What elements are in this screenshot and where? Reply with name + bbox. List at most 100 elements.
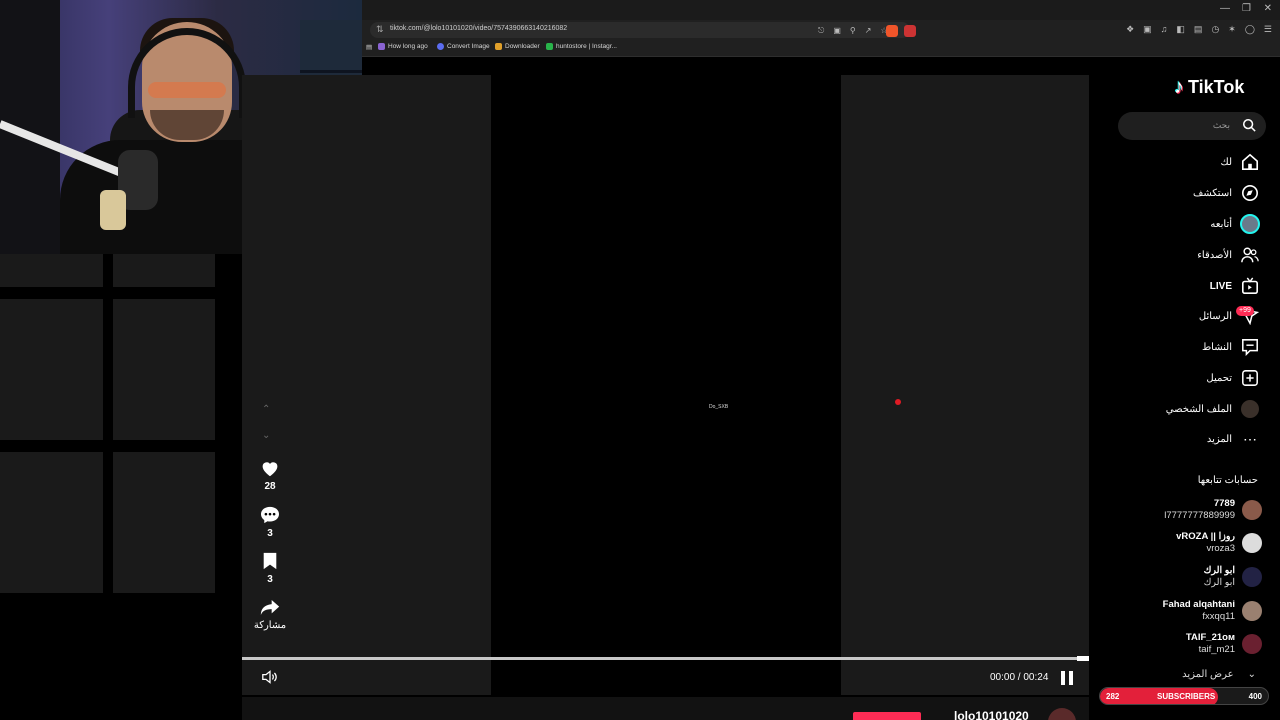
- share-page-icon[interactable]: ↗: [865, 26, 872, 36]
- video-thumbnail[interactable]: [0, 299, 103, 440]
- share-icon: [260, 600, 280, 615]
- profile-icon: [1240, 399, 1260, 419]
- browser-toolbar: ⇅ tiktok.com/@lolo10101020/video/7574390…: [362, 20, 1280, 40]
- sidebar-icon[interactable]: ◧: [1176, 24, 1185, 35]
- cast-icon[interactable]: ▣: [833, 26, 841, 36]
- subscriber-goal-widget: 282 SUBSCRIBERS 400: [1099, 687, 1269, 705]
- video-progress-bar[interactable]: [242, 656, 1089, 661]
- search-placeholder: بحث: [1212, 120, 1230, 130]
- nav-for-you[interactable]: لك: [1221, 151, 1260, 173]
- save-button[interactable]: 3: [252, 552, 288, 585]
- video-thumbnail[interactable]: [113, 452, 215, 593]
- subscriber-label: SUBSCRIBERS: [1157, 692, 1216, 701]
- share-button[interactable]: مشاركة: [252, 599, 288, 631]
- video-player[interactable]: [491, 75, 841, 695]
- author-username[interactable]: lolo10101020: [954, 709, 1029, 720]
- progress-handle[interactable]: [1077, 656, 1089, 661]
- bookmark-icon: [263, 552, 277, 570]
- follow-button[interactable]: [853, 712, 921, 720]
- bookmark-convert-image[interactable]: Convert Image: [437, 43, 490, 50]
- site-info-icon[interactable]: ⇅: [376, 24, 384, 35]
- wallet-icon[interactable]: ▤: [1194, 24, 1203, 35]
- leo-icon[interactable]: ✶: [1228, 24, 1236, 35]
- account-avatar: [1242, 601, 1262, 621]
- upload-icon: [1240, 368, 1260, 388]
- nav-activity[interactable]: النشاط: [1202, 336, 1260, 358]
- like-button[interactable]: 28: [252, 459, 288, 492]
- see-more-button[interactable]: عرض المزيد ⌄: [1182, 669, 1256, 680]
- chevron-down-icon: ⌄: [1247, 669, 1256, 680]
- bookmark-favicon: [546, 43, 553, 50]
- next-video-icon[interactable]: ⌄: [262, 430, 270, 441]
- bookmark-favicon: [495, 43, 502, 50]
- nav-live[interactable]: LIVE: [1210, 275, 1260, 297]
- bookmark-favicon: [378, 43, 385, 50]
- video-thumbnail[interactable]: [113, 254, 215, 287]
- heart-icon: [262, 462, 278, 477]
- url-text: tiktok.com/@lolo10101020/video/757439066…: [390, 25, 568, 32]
- maximize-icon[interactable]: ❐: [1242, 3, 1251, 14]
- brave-shields-icon[interactable]: [886, 25, 898, 37]
- video-backdrop-right: [841, 75, 1089, 695]
- account-avatar: [1242, 567, 1262, 587]
- bookmarks-bar: ▤ How long ago Convert Image Downloader …: [362, 40, 1280, 57]
- previous-video-icon[interactable]: ⌃: [262, 404, 270, 415]
- video-progress-fill: [242, 657, 1089, 660]
- music-icon[interactable]: ♫: [1161, 24, 1168, 35]
- comment-button[interactable]: 3: [252, 506, 288, 539]
- subscriber-goal: 400: [1248, 692, 1262, 701]
- lock-icon[interactable]: ◷: [1211, 24, 1219, 35]
- browser-titlebar: — ❐ ✕: [362, 0, 1280, 20]
- account-avatar: [1242, 533, 1262, 553]
- zoom-icon[interactable]: ⚲: [850, 26, 856, 36]
- nav-explore[interactable]: استكشف: [1193, 182, 1260, 204]
- following-account[interactable]: vROZA || روزا vroza3: [1176, 529, 1262, 557]
- compass-icon: [1240, 183, 1260, 203]
- pause-icon[interactable]: [1061, 671, 1073, 685]
- following-account[interactable]: TAIF_21ᴏᴍ taif_m21: [1186, 630, 1262, 658]
- comment-count: 3: [267, 528, 273, 539]
- search-input[interactable]: بحث: [1118, 112, 1266, 140]
- nav-more[interactable]: المزيد ⋯: [1207, 428, 1260, 450]
- screen: { "browser": { "url": "tiktok.com/@lolo1…: [0, 0, 1280, 720]
- bookmark-huntostore[interactable]: huntostore | Instagr...: [546, 43, 617, 50]
- share-label: مشاركة: [253, 620, 287, 631]
- following-account[interactable]: ابو الرك ابو الرك: [1204, 563, 1262, 591]
- video-thumbnail[interactable]: [0, 452, 103, 593]
- volume-icon[interactable]: [262, 670, 278, 687]
- messages-badge: +99: [1236, 306, 1254, 316]
- following-account[interactable]: 7789 l7777777889999: [1164, 496, 1262, 524]
- nav-profile[interactable]: الملف الشخصي: [1166, 398, 1260, 420]
- comment-icon: [261, 506, 279, 524]
- save-count: 3: [267, 574, 273, 585]
- nav-upload[interactable]: تحميل: [1206, 367, 1260, 389]
- search-icon[interactable]: [1242, 118, 1256, 132]
- rewards-icon[interactable]: [904, 25, 916, 37]
- extensions-icon[interactable]: ❖: [1126, 24, 1134, 35]
- address-bar[interactable]: ⇅ tiktok.com/@lolo10101020/video/7574390…: [370, 22, 916, 38]
- account-avatar: [1242, 634, 1262, 654]
- close-icon[interactable]: ✕: [1264, 3, 1272, 14]
- following-account[interactable]: Fahad alqahtani fxxqq11: [1163, 597, 1262, 625]
- video-thumbnail[interactable]: [0, 254, 103, 287]
- bookmark-favicon: [437, 43, 444, 50]
- vpn-icon[interactable]: ◯: [1245, 24, 1255, 35]
- nav-friends[interactable]: الأصدقاء: [1197, 244, 1260, 266]
- activity-icon: [1240, 337, 1260, 357]
- bookmarks-folder-icon[interactable]: ▤: [366, 43, 372, 51]
- bookmark-how-long-ago[interactable]: How long ago: [378, 43, 428, 50]
- tiktok-note-icon: ♪: [1174, 76, 1184, 98]
- video-thumbnail[interactable]: [113, 299, 215, 440]
- live-icon: [1240, 276, 1260, 296]
- minimize-icon[interactable]: —: [1220, 3, 1230, 14]
- recording-dot: [895, 399, 901, 405]
- screenshot-icon[interactable]: ▣: [1143, 24, 1152, 35]
- translate-icon[interactable]: ⎋: [818, 26, 824, 36]
- video-time: 00:00 / 00:24: [990, 672, 1049, 683]
- tiktok-logo[interactable]: ♪ TikTok: [1174, 76, 1244, 99]
- following-accounts-title: حسابات تتابعها: [1197, 475, 1258, 486]
- more-icon: ⋯: [1243, 430, 1257, 447]
- nav-following[interactable]: أتابعه: [1210, 213, 1260, 235]
- menu-icon[interactable]: ☰: [1264, 24, 1272, 35]
- bookmark-downloader[interactable]: Downloader: [495, 43, 540, 50]
